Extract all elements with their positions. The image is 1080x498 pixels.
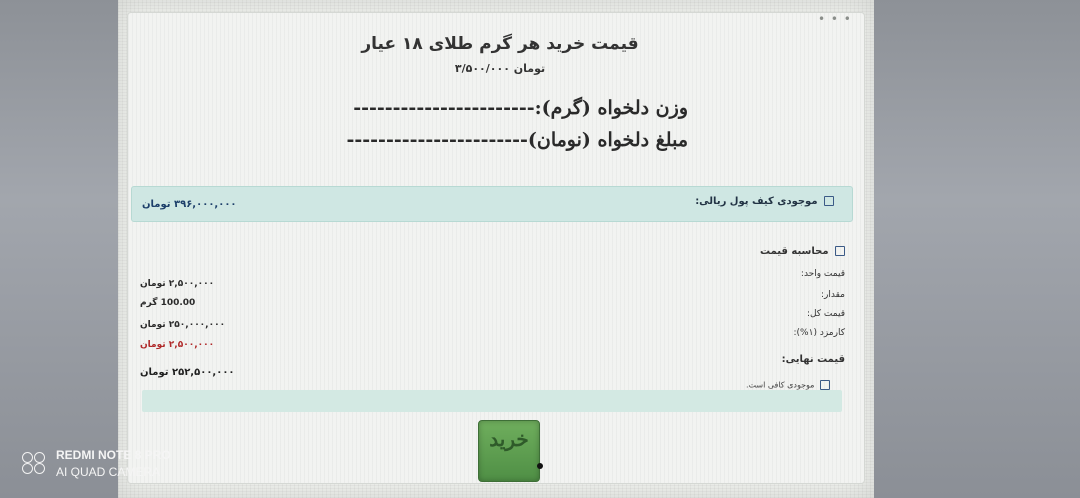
page-subtitle: تومان ۳/۵۰۰/۰۰۰ <box>454 62 546 75</box>
content-card <box>127 12 865 484</box>
mouse-cursor-icon <box>537 463 543 469</box>
wallet-value: ۳۹۶,۰۰۰,۰۰۰ تومان <box>142 199 237 210</box>
total-price-label: قیمت کل: <box>806 309 845 319</box>
calculator-icon <box>835 246 846 256</box>
buy-button[interactable]: خرید <box>478 420 540 482</box>
final-price-label: قیمت نهایی: <box>781 354 845 365</box>
status-text: موجودی کافی است. <box>745 380 815 390</box>
quantity-label: مقدار: <box>821 290 845 300</box>
fee-value: ۲,۵۰۰,۰۰۰ تومان <box>140 340 215 350</box>
watermark-line2: AI QUAD CAMERA <box>56 465 161 479</box>
wallet-label: موجودی کیف پول ریالی: <box>695 196 818 207</box>
dots-icon[interactable]: • • • <box>818 12 852 26</box>
calc-heading: محاسبه قیمت <box>760 246 829 257</box>
fee-label: کارمزد (۱%): <box>793 328 846 338</box>
page-title: قیمت خرید هر گرم طلای ۱۸ عیار <box>361 34 639 54</box>
wallet-icon <box>824 196 834 206</box>
watermark-line1: REDMI NOTE 8 PRO <box>56 448 171 462</box>
handwritten-amount: مبلغ دلخواه (نومان)---------------------… <box>346 129 688 151</box>
unit-price-label: قیمت واحد: <box>800 269 845 279</box>
total-price-value: ۲۵۰,۰۰۰,۰۰۰ تومان <box>140 320 226 330</box>
checkbox-icon <box>820 380 830 390</box>
status-bar: موجودی کافی است. <box>142 380 842 412</box>
quantity-value: 100.00 گرم <box>140 298 196 308</box>
handwritten-weight: وزن دلخواه (گرم):----------------------- <box>353 97 688 119</box>
final-price-value: ۲۵۲,۵۰۰,۰۰۰ تومان <box>140 367 235 378</box>
camera-logo-icon <box>22 452 48 474</box>
unit-price-value: ۲,۵۰۰,۰۰۰ تومان <box>140 279 215 289</box>
wallet-box: موجودی کیف پول ریالی: ۳۹۶,۰۰۰,۰۰۰ تومان <box>131 186 853 222</box>
